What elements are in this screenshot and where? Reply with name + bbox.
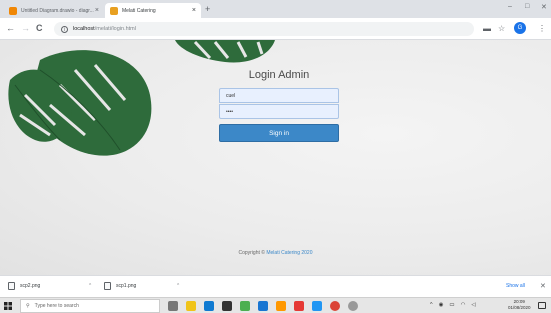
- new-tab-button[interactable]: +: [205, 5, 210, 14]
- chevron-up-icon[interactable]: ⌃: [88, 283, 92, 289]
- minimize-button[interactable]: –: [508, 3, 512, 10]
- login-title: Login Admin: [248, 69, 310, 81]
- app-icon[interactable]: [240, 301, 250, 311]
- copyright-footer: Copyright © Melati Catering 2020: [0, 250, 551, 256]
- clock-date: 01/08/2020: [508, 305, 531, 310]
- forward-button[interactable]: →: [21, 23, 30, 33]
- volume-icon[interactable]: ◁: [471, 302, 475, 308]
- search-icon: ⚲: [26, 303, 30, 309]
- show-all-downloads-link[interactable]: Show all: [506, 283, 525, 289]
- close-downloads-bar-icon[interactable]: ✕: [540, 282, 546, 290]
- maximize-button[interactable]: □: [525, 3, 529, 10]
- page-viewport: Login Admin Sign in Copyright © Melati C…: [0, 40, 551, 275]
- url-host: localhost: [73, 26, 95, 32]
- image-file-icon: [8, 282, 15, 290]
- profile-avatar[interactable]: G: [514, 22, 526, 34]
- windows-taskbar: ⚲ Type here to search ^ ◉ ▭ ◠ ◁ 20:09 01…: [0, 297, 551, 313]
- download-filename: scp1.png: [116, 283, 137, 289]
- tab-close-icon[interactable]: ×: [192, 7, 196, 14]
- network-icon[interactable]: ◉: [439, 302, 444, 308]
- file-explorer-icon[interactable]: [186, 301, 196, 311]
- chevron-up-icon[interactable]: ⌃: [176, 283, 180, 289]
- download-item[interactable]: scp2.png: [8, 282, 40, 290]
- sign-in-button[interactable]: Sign in: [219, 124, 339, 142]
- battery-icon[interactable]: ▭: [449, 302, 454, 308]
- password-input[interactable]: [219, 104, 339, 119]
- chrome-icon[interactable]: [330, 301, 340, 311]
- taskbar-search-box[interactable]: ⚲ Type here to search: [20, 299, 160, 313]
- image-file-icon: [104, 282, 111, 290]
- address-bar[interactable]: i localhost /melati/login.html: [54, 22, 474, 36]
- browser-toolbar: ← → C i localhost /melati/login.html ▬ ☆…: [0, 18, 551, 40]
- brand-link[interactable]: Melati Catering 2020: [266, 250, 312, 256]
- close-window-button[interactable]: ✕: [541, 3, 547, 11]
- download-item[interactable]: scp1.png: [104, 282, 136, 290]
- app-icon[interactable]: [276, 301, 286, 311]
- browser-tab-strip: Untitled Diagram.drawio - diagr... × Mel…: [0, 0, 551, 18]
- search-placeholder: Type here to search: [34, 303, 79, 309]
- wifi-icon[interactable]: ◠: [461, 302, 466, 308]
- tab-drawio[interactable]: Untitled Diagram.drawio - diagr... ×: [4, 3, 104, 18]
- app-icon[interactable]: [294, 301, 304, 311]
- bookmark-star-icon[interactable]: ☆: [498, 24, 505, 33]
- notifications-icon[interactable]: [538, 302, 546, 309]
- site-info-icon[interactable]: i: [61, 25, 68, 33]
- download-filename: scp2.png: [20, 283, 41, 289]
- app-icon[interactable]: [348, 301, 358, 311]
- windows-start-icon[interactable]: [4, 302, 12, 310]
- menu-kebab-icon[interactable]: ⋮: [538, 24, 546, 33]
- app-icon[interactable]: [258, 301, 268, 311]
- chevron-up-icon[interactable]: ^: [430, 302, 433, 308]
- copyright-text: Copyright ©: [238, 250, 267, 256]
- store-icon[interactable]: [222, 301, 232, 311]
- system-tray: ^ ◉ ▭ ◠ ◁: [430, 302, 476, 308]
- tab-label: Untitled Diagram.drawio - diagr...: [21, 7, 94, 14]
- back-button[interactable]: ←: [6, 23, 15, 33]
- extension-icon[interactable]: ▬: [483, 24, 491, 33]
- drawio-favicon-icon: [9, 6, 17, 15]
- taskbar-clock[interactable]: 20:09 01/08/2020: [508, 299, 531, 311]
- username-input[interactable]: [219, 88, 339, 103]
- melati-favicon-icon: [110, 6, 118, 15]
- url-path: /melati/login.html: [94, 26, 136, 32]
- edge-browser-icon[interactable]: [204, 301, 214, 311]
- tab-close-icon[interactable]: ×: [95, 7, 99, 14]
- app-icon[interactable]: [312, 301, 322, 311]
- tab-label: Melati Catering: [122, 7, 156, 14]
- downloads-bar: scp2.png ⌃ scp1.png ⌃ Show all ✕: [0, 275, 551, 297]
- tab-melati-catering[interactable]: Melati Catering ×: [105, 3, 201, 18]
- reload-button[interactable]: C: [36, 23, 43, 33]
- task-view-icon[interactable]: [168, 301, 178, 311]
